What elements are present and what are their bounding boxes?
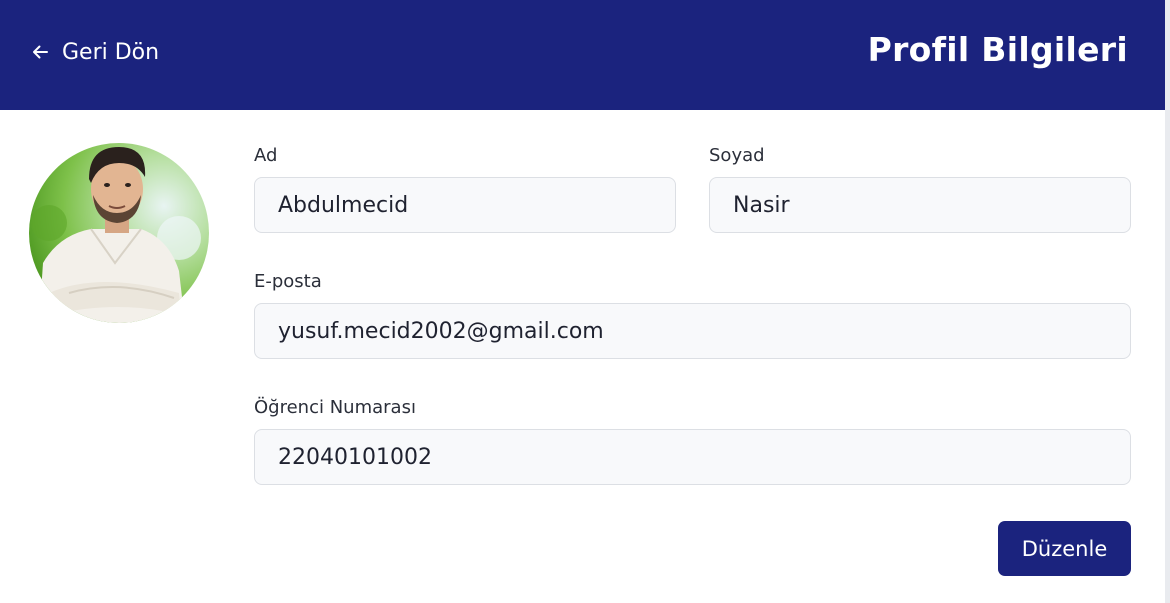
- student-number-field[interactable]: 22040101002: [254, 429, 1131, 485]
- email-label: E-posta: [254, 271, 322, 292]
- student-number-label: Öğrenci Numarası: [254, 397, 416, 418]
- last-name-field[interactable]: Nasir: [709, 177, 1131, 233]
- email-field[interactable]: yusuf.mecid2002@gmail.com: [254, 303, 1131, 359]
- email-value: yusuf.mecid2002@gmail.com: [278, 318, 604, 344]
- edit-button[interactable]: Düzenle: [998, 521, 1131, 576]
- first-name-field[interactable]: Abdulmecid: [254, 177, 676, 233]
- back-button-label: Geri Dön: [62, 39, 160, 65]
- back-button[interactable]: Geri Dön: [30, 36, 159, 68]
- page-header: Geri Dön Profil Bilgileri: [0, 0, 1165, 110]
- scrollbar-track: [1165, 0, 1170, 603]
- student-number-value: 22040101002: [278, 444, 432, 470]
- first-name-label: Ad: [254, 145, 278, 166]
- last-name-value: Nasir: [733, 192, 790, 218]
- last-name-label: Soyad: [709, 145, 765, 166]
- profile-avatar: [29, 143, 209, 323]
- first-name-value: Abdulmecid: [278, 192, 409, 218]
- page-title: Profil Bilgileri: [867, 30, 1128, 69]
- edit-button-label: Düzenle: [1021, 536, 1108, 561]
- arrow-left-icon: [30, 42, 50, 62]
